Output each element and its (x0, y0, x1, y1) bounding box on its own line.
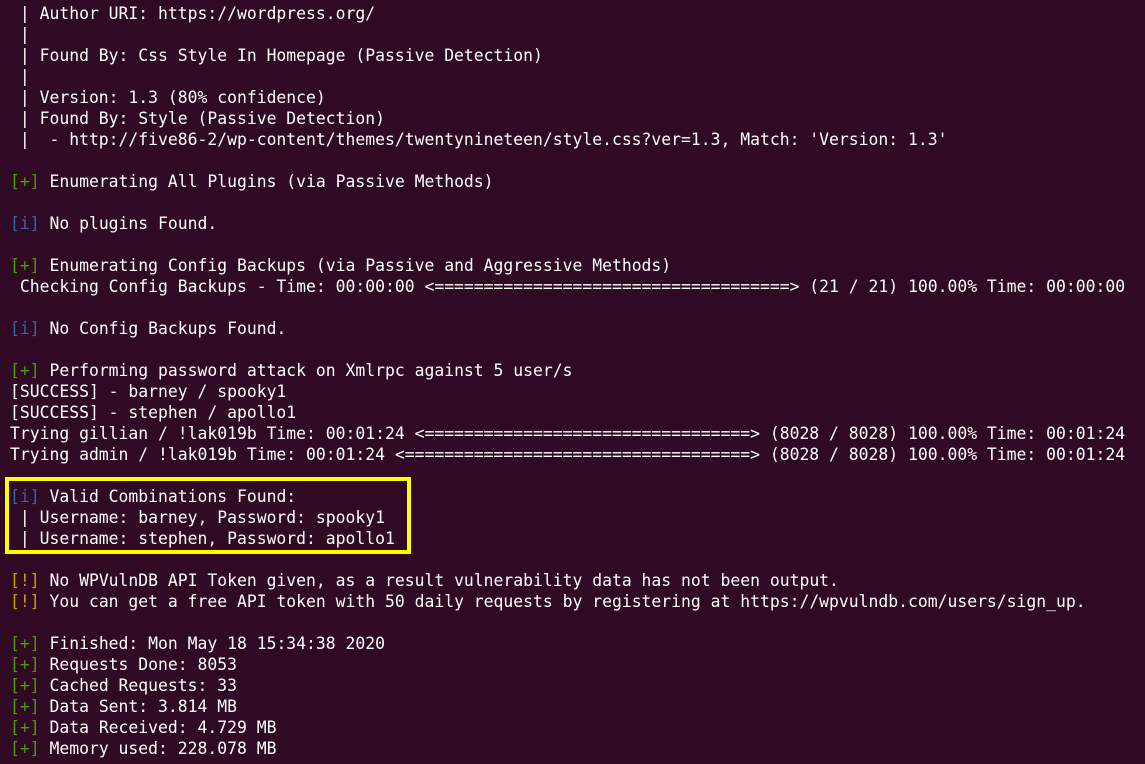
no-plugins-text: No plugins Found. (39, 214, 218, 233)
free-token-warning-line: [!] You can get a free API token with 50… (0, 591, 1145, 612)
plus-tag: [+] (10, 718, 40, 737)
trying-admin-progress-line: Trying admin / !lak019b Time: 00:01:24 <… (10, 445, 1126, 464)
no-config-text: No Config Backups Found. (39, 319, 287, 338)
password-attack-text: Performing password attack on Xmlrpc aga… (39, 361, 573, 380)
found-by-style-line: | Found By: Style (Passive Detection) (10, 109, 385, 128)
plus-tag: [+] (10, 634, 40, 653)
pipe-line: | (10, 67, 30, 86)
no-config-line: [i] No Config Backups Found. (0, 318, 1145, 339)
data-received-line: [+] Data Received: 4.729 MB (0, 717, 1145, 738)
valid-combinations-text: Valid Combinations Found: (39, 487, 297, 506)
info-tag: [i] (10, 214, 40, 233)
plus-tag: [+] (10, 172, 40, 191)
password-attack-line: [+] Performing password attack on Xmlrpc… (0, 360, 1145, 381)
pipe-line: | (10, 25, 30, 44)
memory-used-line: [+] Memory used: 228.078 MB (0, 738, 1145, 759)
requests-done-line: [+] Requests Done: 8053 (0, 654, 1145, 675)
terminal-window[interactable]: | Author URI: https://wordpress.org/ | |… (0, 0, 1145, 764)
data-received-text: Data Received: 4.729 MB (39, 718, 277, 737)
cached-requests-text: Cached Requests: 33 (39, 676, 237, 695)
author-uri-line: | Author URI: https://wordpress.org/ (10, 4, 376, 23)
plus-tag: [+] (10, 676, 40, 695)
style-match-line: | - http://five86-2/wp-content/themes/tw… (10, 130, 948, 149)
enum-plugins-text: Enumerating All Plugins (via Passive Met… (39, 172, 494, 191)
free-token-text: You can get a free API token with 50 dai… (39, 592, 1086, 611)
info-tag: [i] (10, 319, 40, 338)
requests-done-text: Requests Done: 8053 (39, 655, 237, 674)
cached-requests-line: [+] Cached Requests: 33 (0, 675, 1145, 696)
enum-plugins-line: [+] Enumerating All Plugins (via Passive… (0, 171, 1145, 192)
trying-gillian-progress-line: Trying gillian / !lak019b Time: 00:01:24… (10, 424, 1126, 443)
warning-tag: [!] (10, 571, 40, 590)
plus-tag: [+] (10, 697, 40, 716)
no-plugins-line: [i] No plugins Found. (0, 213, 1145, 234)
combination-line: | Username: barney, Password: spooky1 (10, 508, 385, 527)
warning-tag: [!] (10, 592, 40, 611)
plus-tag: [+] (10, 256, 40, 275)
info-tag: [i] (10, 487, 40, 506)
plus-tag: [+] (10, 655, 40, 674)
enum-config-line: [+] Enumerating Config Backups (via Pass… (0, 255, 1145, 276)
success-line: [SUCCESS] - stephen / apollo1 (10, 403, 297, 422)
found-by-css-line: | Found By: Css Style In Homepage (Passi… (10, 46, 543, 65)
checking-config-progress-line: Checking Config Backups - Time: 00:00:00… (10, 277, 1126, 296)
finished-line: [+] Finished: Mon May 18 15:34:38 2020 (0, 633, 1145, 654)
valid-combinations-line: [i] Valid Combinations Found: (0, 486, 1145, 507)
combination-line: | Username: stephen, Password: apollo1 (10, 529, 395, 548)
plus-tag: [+] (10, 361, 40, 380)
finished-text: Finished: Mon May 18 15:34:38 2020 (39, 634, 385, 653)
data-sent-line: [+] Data Sent: 3.814 MB (0, 696, 1145, 717)
plus-tag: [+] (10, 739, 40, 758)
version-line: | Version: 1.3 (80% confidence) (10, 88, 326, 107)
no-token-text: No WPVulnDB API Token given, as a result… (39, 571, 839, 590)
no-token-warning-line: [!] No WPVulnDB API Token given, as a re… (0, 570, 1145, 591)
success-line: [SUCCESS] - barney / spooky1 (10, 382, 287, 401)
memory-used-text: Memory used: 228.078 MB (39, 739, 277, 758)
data-sent-text: Data Sent: 3.814 MB (39, 697, 237, 716)
enum-config-text: Enumerating Config Backups (via Passive … (39, 256, 672, 275)
